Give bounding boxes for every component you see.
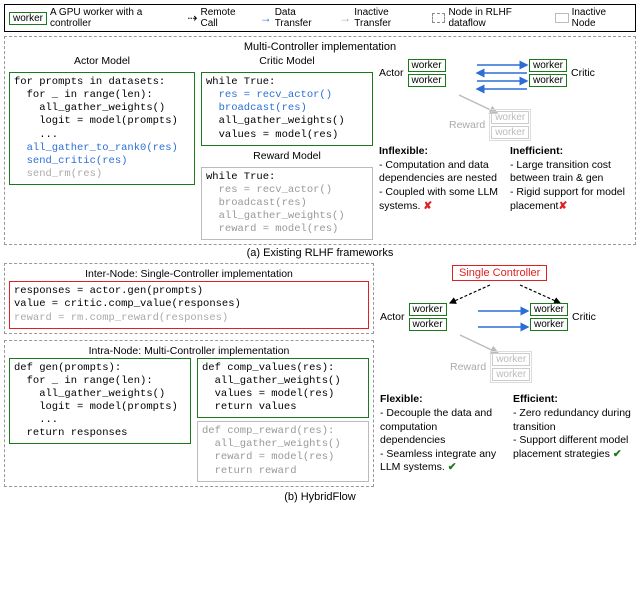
gen-code: def gen(prompts): for _ in range(len): a… xyxy=(9,358,191,445)
intra-title: Intra-Node: Multi-Controller implementat… xyxy=(9,345,369,357)
legend-node-dataflow: Node in RLHF dataflow xyxy=(448,7,549,29)
net-a-critic-label: Critic xyxy=(571,67,595,79)
check-icon: ✔ xyxy=(448,461,457,473)
legend-remote-call: Remote Call xyxy=(200,7,253,29)
network-b: Single Controller Actor worker worker wo… xyxy=(380,265,636,385)
inter-title: Inter-Node: Single-Controller implementa… xyxy=(9,268,369,280)
comp-reward-code: def comp_reward(res): all_gather_weights… xyxy=(197,421,369,482)
legend-worker-box: worker xyxy=(9,12,47,25)
comp-values-code: def comp_values(res): all_gather_weights… xyxy=(197,358,369,419)
inter-code: responses = actor.gen(prompts) value = c… xyxy=(9,281,369,328)
worker-box-inactive: worker xyxy=(491,111,529,124)
arrow-inactive-transfer-icon: → xyxy=(339,11,351,25)
net-b-reward-label: Reward xyxy=(450,361,486,373)
worker-box-inactive: worker xyxy=(492,368,530,381)
net-a-reward-label: Reward xyxy=(449,119,485,131)
network-a: Actor worker worker worker worker Critic… xyxy=(379,55,631,141)
worker-box: worker xyxy=(529,74,567,87)
cross-icon: ✘ xyxy=(558,200,567,212)
net-b-actor-label: Actor xyxy=(380,311,405,323)
caption-a: (a) Existing RLHF frameworks xyxy=(4,247,636,259)
section-b-intra: Intra-Node: Multi-Controller implementat… xyxy=(4,340,374,487)
worker-box: worker xyxy=(529,59,567,72)
section-a-title: Multi-Controller implementation xyxy=(9,41,631,53)
legend-inactive-transfer: Inactive Transfer xyxy=(354,7,426,29)
legend-data-transfer: Data Transfer xyxy=(275,7,334,29)
worker-box-inactive: worker xyxy=(491,126,529,139)
section-a: Multi-Controller implementation Actor Mo… xyxy=(4,36,636,245)
critic-code: while True: res = recv_actor() broadcast… xyxy=(201,72,373,146)
arrow-data-transfer-icon: → xyxy=(260,11,272,25)
cross-icon: ✘ xyxy=(423,200,432,212)
analysis-inefficient: Inefficient: - Large transition cost bet… xyxy=(510,145,631,213)
legend-plain-box-icon xyxy=(555,13,569,23)
worker-box: worker xyxy=(408,74,446,87)
worker-box: worker xyxy=(530,318,568,331)
analysis-inflexible: Inflexible: - Computation and data depen… xyxy=(379,145,500,213)
section-b-inter: Inter-Node: Single-Controller implementa… xyxy=(4,263,374,333)
arrow-remote-call-icon: ⇢ xyxy=(187,11,197,25)
reward-model-label: Reward Model xyxy=(201,150,373,162)
worker-box: worker xyxy=(409,303,447,316)
worker-box: worker xyxy=(408,59,446,72)
check-icon: ✔ xyxy=(613,448,622,460)
legend-dashed-box-icon xyxy=(432,13,446,23)
net-a-actor-label: Actor xyxy=(379,67,404,79)
worker-box-inactive: worker xyxy=(492,353,530,366)
legend-worker-desc: A GPU worker with a controller xyxy=(50,7,181,29)
analysis-efficient: Efficient: - Zero redundancy during tran… xyxy=(513,393,636,461)
legend-bar: worker A GPU worker with a controller ⇢ … xyxy=(4,4,636,32)
actor-model-label: Actor Model xyxy=(9,55,195,67)
single-controller-box: Single Controller xyxy=(452,265,547,281)
worker-box: worker xyxy=(409,318,447,331)
net-b-critic-label: Critic xyxy=(572,311,596,323)
worker-box: worker xyxy=(530,303,568,316)
legend-inactive-node: Inactive Node xyxy=(572,7,631,29)
reward-code: while True: res = recv_actor() broadcast… xyxy=(201,167,373,241)
actor-code: for prompts in datasets: for _ in range(… xyxy=(9,72,195,185)
analysis-flexible: Flexible: - Decouple the data and comput… xyxy=(380,393,503,475)
critic-model-label: Critic Model xyxy=(201,55,373,67)
caption-b: (b) HybridFlow xyxy=(4,491,636,503)
